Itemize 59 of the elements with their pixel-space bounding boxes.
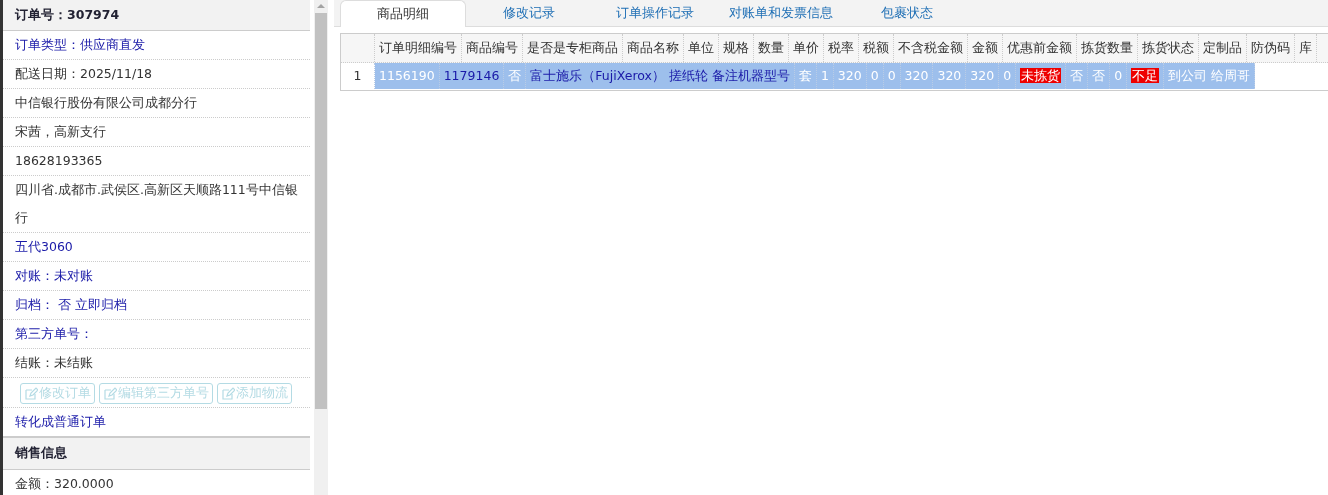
column-header: 定制品 <box>1199 34 1247 62</box>
tab[interactable]: 包裹状态 <box>844 0 970 26</box>
column-header: 拣货数量 <box>1077 34 1138 62</box>
cell-link[interactable]: 1179146 <box>439 63 505 89</box>
info-text: 18628193365 <box>3 147 311 176</box>
table-cell: 320 <box>833 63 867 89</box>
column-header: 单价 <box>789 34 824 62</box>
info-text: 中信银行股份有限公司成都分行 <box>3 89 311 118</box>
table-cell: 320 <box>900 63 934 89</box>
info-text: 四川省.成都市.武侯区.高新区天顺路111号中信银行 <box>3 176 311 233</box>
convert-link[interactable]: 转化成普通订单 <box>3 408 311 436</box>
edit-icon <box>221 386 235 401</box>
table-cell: 否 <box>504 63 527 89</box>
section-heading: 销售信息 <box>3 436 311 470</box>
tab[interactable]: 商品明细 <box>340 0 466 27</box>
table-cell: 否 <box>1088 63 1111 89</box>
table-cell: 否 <box>1066 63 1089 89</box>
scrollbar[interactable] <box>314 0 328 495</box>
status-tag: 不足 <box>1131 68 1160 83</box>
table-cell: 套 <box>794 63 817 89</box>
table-cell: 320 <box>933 63 967 89</box>
info-text: 配送日期：2025/11/18 <box>3 60 311 89</box>
info-link[interactable]: 对账：未对账 <box>3 262 311 291</box>
info-text: 宋茜，高新支行 <box>3 118 311 147</box>
tab[interactable]: 对账单和发票信息 <box>718 0 844 26</box>
column-header: 优惠前金额 <box>1003 34 1077 62</box>
column-header: 单位 <box>684 34 719 62</box>
column-header: 商品编号 <box>462 34 523 62</box>
column-header: 订单明细编号 <box>375 34 462 62</box>
column-header: 拣货状态 <box>1138 34 1199 62</box>
status-tag: 未拣货 <box>1020 68 1062 83</box>
column-header: 金额 <box>968 34 1003 62</box>
tab[interactable]: 修改记录 <box>466 0 592 26</box>
column-header: 是否是专柜商品 <box>523 34 623 62</box>
info-link[interactable]: 归档： 否 立即归档 <box>3 291 311 320</box>
info-link[interactable]: 第三方单号： <box>3 320 311 349</box>
column-header: 数量 <box>754 34 789 62</box>
info-link[interactable]: 订单类型：供应商直发 <box>3 31 311 60</box>
table-cell: 320 <box>966 63 1000 89</box>
table-cell: 1156190 <box>375 63 440 89</box>
info-link[interactable]: 五代3060 <box>3 233 311 262</box>
table-cell: 0 <box>1110 63 1128 89</box>
column-header: 不含税金额 <box>894 34 968 62</box>
column-header: 税率 <box>824 34 859 62</box>
column-header: 规格 <box>719 34 754 62</box>
column-header: 防伪码 <box>1247 34 1295 62</box>
edit-icon <box>103 386 117 401</box>
tab[interactable]: 订单操作记录 <box>592 0 718 26</box>
table-cell: 0 <box>999 63 1017 89</box>
table-cell: 到公司 给周哥 <box>1164 63 1256 89</box>
edit-icon <box>24 386 38 401</box>
order-number-heading: 订单号：307974 <box>3 0 311 31</box>
scrollbar-thumb[interactable] <box>315 13 327 409</box>
column-header: 商品名称 <box>623 34 684 62</box>
info-text: 结账：未结账 <box>3 349 311 378</box>
column-header: 税额 <box>859 34 894 62</box>
info-text: 金额：320.0000 <box>3 470 311 495</box>
column-header: 库 <box>1295 34 1317 62</box>
cell-link[interactable]: 富士施乐（FujiXerox） 搓纸轮 备注机器型号 <box>526 63 795 89</box>
